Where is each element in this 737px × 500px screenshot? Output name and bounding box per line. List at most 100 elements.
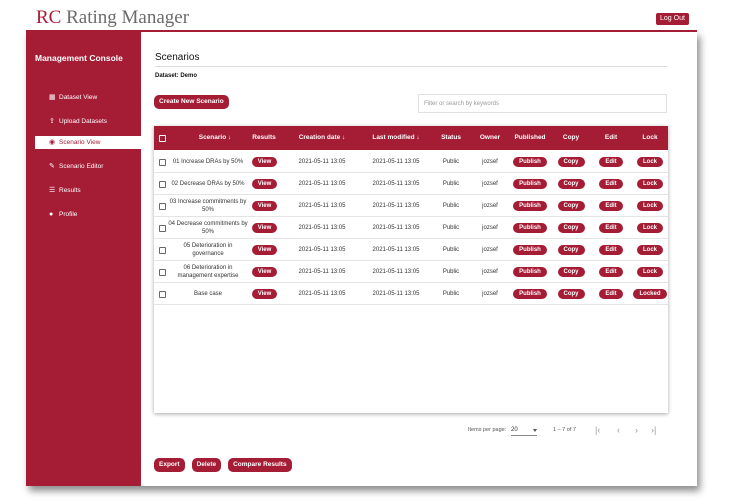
row-checkbox[interactable] — [159, 247, 166, 254]
export-button[interactable]: Export — [154, 458, 185, 472]
last-modified-date: 2021-05-11 13:05 — [372, 269, 420, 275]
edit-button[interactable]: Edit — [599, 201, 623, 211]
copy-button[interactable]: Copy — [557, 179, 585, 189]
publish-button[interactable]: Publish — [513, 289, 547, 299]
copy-button[interactable]: Copy — [557, 267, 585, 277]
view-results-button[interactable]: View — [251, 289, 278, 299]
lock-button[interactable]: Lock — [636, 201, 663, 211]
last-modified-date: 2021-05-11 13:05 — [372, 247, 420, 253]
edit-button[interactable]: Edit — [599, 245, 623, 255]
sidebar-item-3[interactable]: ◉ Scenario View — [35, 136, 141, 149]
publish-button[interactable]: Publish — [513, 223, 547, 233]
create-scenario-button[interactable]: Create New Scenario — [154, 95, 229, 109]
logout-button[interactable]: Log Out — [656, 13, 689, 25]
status-text: Public — [442, 159, 460, 165]
chevron-down-icon — [533, 429, 537, 432]
publish-button[interactable]: Publish — [513, 267, 547, 277]
cell-modified: 2021-05-11 13:05 — [363, 217, 429, 239]
view-results-button[interactable]: View — [251, 223, 278, 233]
page-size-value: 20 — [511, 427, 518, 433]
last-modified-date: 2021-05-11 13:05 — [372, 159, 420, 165]
last-page-icon[interactable]: ›| — [651, 425, 656, 435]
owner-text: jozsef — [482, 247, 498, 253]
compare-results-button[interactable]: Compare Results — [228, 458, 292, 472]
edit-button[interactable]: Edit — [599, 267, 623, 277]
col-last-modified[interactable]: Last modified ↓ — [363, 126, 429, 150]
cell-created: 2021-05-11 13:05 — [289, 261, 355, 283]
copy-button[interactable]: Copy — [557, 245, 585, 255]
sidebar-item-label: Results — [59, 187, 81, 194]
row-checkbox[interactable] — [159, 269, 166, 276]
publish-button[interactable]: Publish — [513, 179, 547, 189]
creation-date: 2021-05-11 13:05 — [298, 291, 346, 297]
cell-owner: jozsef — [474, 283, 506, 305]
publish-button[interactable]: Publish — [513, 245, 547, 255]
col-status: Status — [441, 134, 461, 141]
top-bar: RC Rating Manager Log Out — [0, 0, 737, 31]
col-scenario[interactable]: Scenario ↓ — [184, 126, 246, 150]
table-row: 04 Decrease commitments by 50% View 2021-0… — [154, 217, 668, 239]
owner-text: jozsef — [482, 225, 498, 231]
lock-button[interactable]: Lock — [636, 157, 663, 167]
col-creation-date[interactable]: Creation date ↓ — [289, 126, 355, 150]
cell-modified: 2021-05-11 13:05 — [363, 173, 429, 195]
view-results-button[interactable]: View — [251, 157, 278, 167]
sidebar-item-2[interactable]: ⇪ Upload Datasets — [35, 115, 141, 128]
creation-date: 2021-05-11 13:05 — [298, 159, 346, 165]
previous-page-icon[interactable]: ‹ — [617, 425, 620, 435]
row-checkbox[interactable] — [159, 159, 166, 166]
view-results-button[interactable]: View — [251, 179, 278, 189]
scenario-name: Base case — [193, 291, 223, 297]
col-copy: Copy — [562, 134, 580, 141]
publish-button[interactable]: Publish — [513, 157, 547, 167]
view-results-button[interactable]: View — [251, 245, 278, 255]
copy-button[interactable]: Copy — [557, 289, 585, 299]
sidebar-item-1[interactable]: ▦ Dataset View — [35, 91, 141, 104]
cell-lock: Lock — [630, 261, 670, 283]
page-size-select[interactable]: 20 — [511, 427, 537, 436]
search-input[interactable]: Filter or search by keywords — [418, 94, 667, 113]
status-text: Public — [442, 247, 460, 253]
lock-button[interactable]: Lock — [636, 223, 663, 233]
edit-button[interactable]: Edit — [599, 223, 623, 233]
cell-edit: Edit — [594, 217, 628, 239]
row-checkbox[interactable] — [159, 225, 166, 232]
cell-results: View — [248, 173, 281, 195]
creation-date: 2021-05-11 13:05 — [298, 181, 346, 187]
lock-button[interactable]: Locked — [633, 289, 667, 299]
scenario-name: 03 Increase commitments by 50% — [169, 199, 247, 213]
cell-results: View — [248, 217, 281, 239]
cell-modified: 2021-05-11 13:05 — [363, 261, 429, 283]
next-page-icon[interactable]: › — [635, 425, 638, 435]
row-checkbox[interactable] — [159, 291, 166, 298]
sidebar-item-6[interactable]: ● Profile — [35, 208, 141, 221]
delete-button[interactable]: Delete — [191, 458, 222, 472]
edit-button[interactable]: Edit — [599, 289, 623, 299]
edit-button[interactable]: Edit — [599, 157, 623, 167]
copy-button[interactable]: Copy — [557, 157, 585, 167]
view-results-button[interactable]: View — [251, 267, 278, 277]
cell-copy: Copy — [554, 151, 588, 173]
scenarios-table: Scenario ↓ Results Creation date ↓ Last … — [154, 126, 668, 413]
view-results-button[interactable]: View — [251, 201, 278, 211]
cell-modified: 2021-05-11 13:05 — [363, 151, 429, 173]
select-all-checkbox[interactable] — [159, 135, 166, 142]
copy-button[interactable]: Copy — [557, 201, 585, 211]
cell-edit: Edit — [594, 195, 628, 217]
sidebar-item-4[interactable]: ✎ Scenario Editor — [35, 160, 141, 173]
first-page-icon[interactable]: |‹ — [595, 425, 600, 435]
lock-button[interactable]: Lock — [636, 245, 663, 255]
row-checkbox[interactable] — [159, 181, 166, 188]
copy-button[interactable]: Copy — [557, 223, 585, 233]
lock-button[interactable]: Lock — [636, 179, 663, 189]
sidebar-item-5[interactable]: ☰ Results — [35, 184, 141, 197]
publish-button[interactable]: Publish — [513, 201, 547, 211]
cell-published: Publish — [508, 195, 552, 217]
edit-button[interactable]: Edit — [599, 179, 623, 189]
lock-button[interactable]: Lock — [636, 267, 663, 277]
cell-scenario: 05 Deterioration in governance — [168, 239, 248, 261]
cell-published: Publish — [508, 217, 552, 239]
col-results: Results — [252, 134, 276, 141]
cell-edit: Edit — [594, 283, 628, 305]
row-checkbox[interactable] — [159, 203, 166, 210]
